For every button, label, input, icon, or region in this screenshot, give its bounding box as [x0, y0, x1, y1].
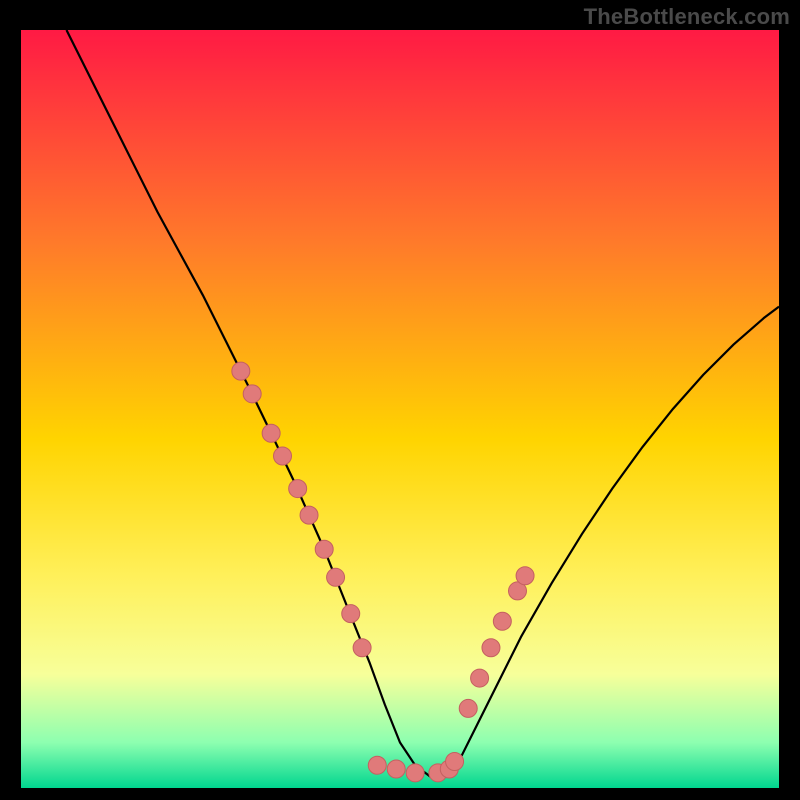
bead-marker	[446, 752, 464, 770]
bead-marker	[368, 756, 386, 774]
bead-marker	[406, 764, 424, 782]
bead-marker	[459, 699, 477, 717]
bead-marker	[262, 424, 280, 442]
bead-marker	[387, 760, 405, 778]
bead-marker	[300, 506, 318, 524]
chart-frame: TheBottleneck.com	[0, 0, 800, 800]
bead-marker	[342, 605, 360, 623]
bead-marker	[493, 612, 511, 630]
bead-marker	[232, 362, 250, 380]
plot-area	[21, 30, 779, 788]
bead-marker	[471, 669, 489, 687]
chart-svg	[21, 30, 779, 788]
bead-marker	[482, 639, 500, 657]
bead-marker	[315, 540, 333, 558]
watermark-text: TheBottleneck.com	[584, 4, 790, 30]
gradient-background	[21, 30, 779, 788]
bead-marker	[274, 447, 292, 465]
bead-marker	[353, 639, 371, 657]
bead-marker	[327, 568, 345, 586]
bead-marker	[516, 567, 534, 585]
bead-marker	[289, 480, 307, 498]
bead-marker	[243, 385, 261, 403]
